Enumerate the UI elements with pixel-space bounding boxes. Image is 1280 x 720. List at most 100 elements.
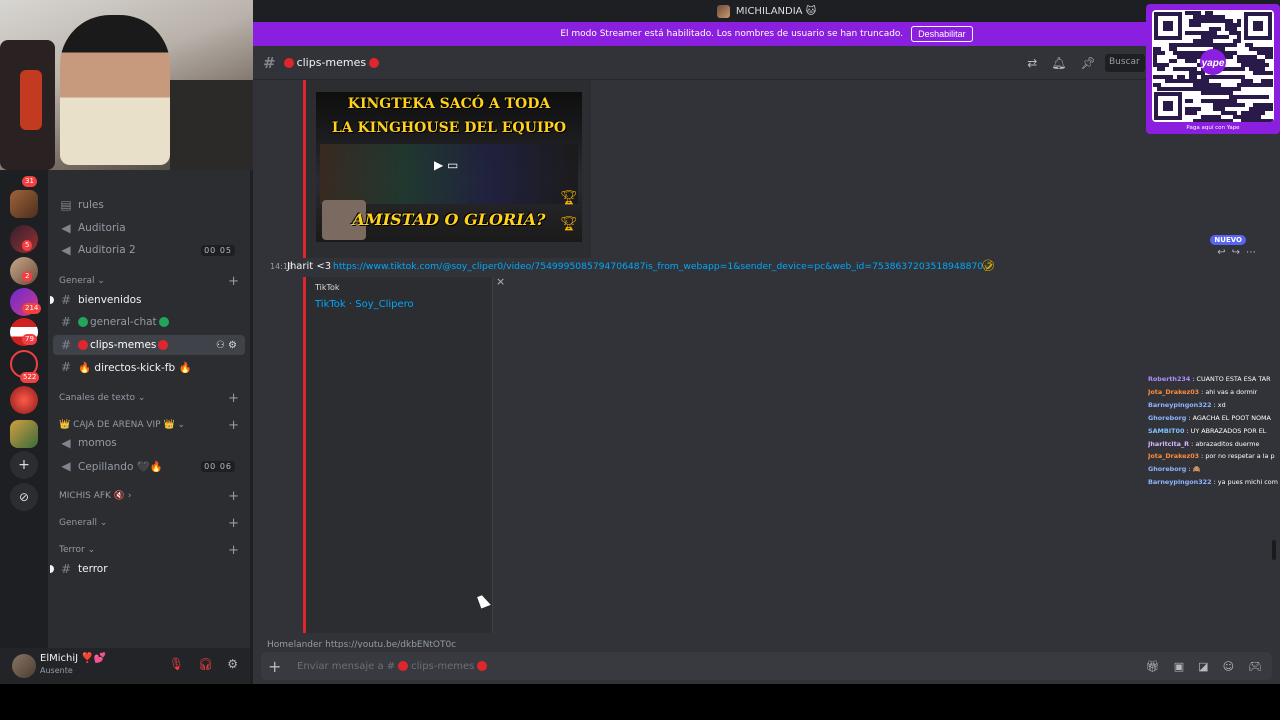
message-author[interactable]: Jharit <3 (287, 261, 331, 272)
overlay-chat-line: Roberth234 : CUANTO ESTA ESA TAR (1148, 373, 1280, 386)
overlay-chat-user: Ghoreborg (1148, 465, 1187, 474)
overlay-chat-user: Jota_Drakez03 (1148, 387, 1200, 396)
explore-icon[interactable]: ⊘ (10, 483, 38, 511)
server-rail: 31 5 2 214 79 522 + ⊘ (0, 170, 48, 648)
gear-icon[interactable]: ⚙ (228, 340, 237, 351)
message-link[interactable]: https://www.tiktok.com/@soy_cliper0/vide… (333, 261, 983, 272)
category-michis-afk[interactable]: MICHIS AFK 🔇 › + (59, 488, 239, 504)
channel-general-chat[interactable]: # general-chat (53, 312, 245, 332)
overlay-chat-line: Jharitcita_R : abrazaditos duerme (1148, 438, 1280, 451)
chevron-down-icon: ⌄ (84, 545, 96, 555)
channel-header: # clips-memes ⇄ 🔔︎ 📌︎ 👥︎ Buscar (253, 46, 1280, 80)
channel-tools: ⚇ ⚙ (216, 340, 237, 351)
voice-channel-momos[interactable]: ◀︎ momos (53, 433, 245, 453)
category-label: General (59, 276, 95, 286)
add-channel-icon[interactable]: + (228, 418, 239, 433)
emoji-icon[interactable]: ☺ (1223, 660, 1234, 673)
overlay-chat-line: Jota_Drakez03 : ahi vas a dormir (1148, 386, 1280, 399)
couch (170, 80, 253, 170)
voice-channel-cepillando[interactable]: ◀︎ Cepillando 🖤🔥 00 06 (53, 456, 245, 476)
category-caja-de-arena[interactable]: 👑 CAJA DE ARENA VIP 👑 ⌄ + (59, 417, 239, 433)
channel-terror[interactable]: # terror (53, 559, 245, 579)
red-circle-icon (158, 340, 169, 350)
overlay-chat-line: Barneypingon322 : ya pues michi com (1148, 476, 1280, 489)
overlay-chat-line: SAMBIT00 : UY ABRAZADOS POR EL (1148, 425, 1280, 438)
channel-rules[interactable]: ▤ rules (53, 195, 245, 215)
add-server-icon[interactable]: + (10, 451, 38, 479)
voice-channel-auditoria[interactable]: ◀︎ Auditoria (53, 218, 245, 238)
category-terror[interactable]: Terror ⌄ + (59, 542, 239, 558)
overlay-chat-line: Barneypingon322 : xd (1148, 399, 1280, 412)
headphones-deafened-icon[interactable]: 🎧︎ (198, 657, 213, 671)
category-canales-de-texto[interactable]: Canales de texto ⌄ + (59, 390, 239, 406)
gear-icon[interactable]: ⚙ (227, 657, 238, 671)
invite-icon[interactable]: ⚇ (216, 340, 225, 351)
thumbnail-headline: KINGTEKA SACÓ A TODA (347, 96, 551, 112)
disable-streamer-button[interactable]: Deshabilitar (911, 26, 973, 42)
category-generall[interactable]: Generall ⌄ + (59, 515, 239, 531)
speaker-icon: ◀︎ (61, 243, 71, 257)
mention-badge: 31 (22, 176, 37, 187)
threads-icon[interactable]: ⇄ (1027, 56, 1037, 70)
thumbnail-headline: AMISTAD O GLORIA? (352, 210, 546, 229)
attach-plus-icon[interactable]: + (268, 657, 281, 676)
composer-placeholder: Enviar mensaje a # clips-memes (297, 661, 488, 672)
overlay-chat-user: Jharitcita_R (1148, 439, 1190, 448)
letterbox-bar (0, 684, 1280, 720)
green-circle-icon (158, 317, 169, 327)
bell-icon[interactable]: 🔔︎ (1051, 56, 1066, 70)
add-channel-icon[interactable]: + (228, 274, 239, 289)
server-icon[interactable] (10, 420, 38, 448)
discord-app: MICHILANDIA 🐱 El modo Streamer está habi… (0, 0, 1280, 720)
overlay-chat-text: por no respetar a la p (1205, 452, 1275, 461)
hash-icon: # (60, 293, 72, 307)
user-panel: ElMichiJ ❣️💕 Ausente 🎙︎ 🎧︎ ⚙ (0, 648, 250, 684)
voice-user-count: 00 05 (201, 244, 235, 256)
mention-badge: 79 (22, 334, 37, 345)
add-channel-icon[interactable]: + (228, 516, 239, 531)
streamer-notice: El modo Streamer está habilitado. Los no… (560, 29, 904, 39)
channel-directos-kick-fb[interactable]: # 🔥 directos-kick-fb 🔥 (53, 357, 245, 377)
overlay-chat-text: ahi vas a dormir (1205, 387, 1258, 396)
add-channel-icon[interactable]: + (228, 489, 239, 504)
embed-title-link[interactable]: TikTok · Soy_Clipero (315, 299, 414, 310)
apps-icon[interactable]: 🎮︎ (1248, 660, 1262, 673)
category-general[interactable]: General ⌄ + (59, 273, 239, 289)
scrollbar[interactable] (1272, 540, 1276, 560)
search-input[interactable]: Buscar (1105, 54, 1145, 72)
next-message-preview: Homelander https://youtu.be/dkbENtOT0c (267, 640, 457, 648)
avatar[interactable] (12, 654, 36, 678)
server-icon[interactable] (10, 386, 38, 414)
channel-label: general-chat (90, 316, 157, 328)
sticker-icon[interactable]: ◪ (1198, 660, 1208, 673)
message-input[interactable]: + Enviar mensaje a # clips-memes 🎁︎ ▣ ◪ … (261, 652, 1272, 680)
thumbnail-headline: LA KINGHOUSE DEL EQUIPO (331, 120, 567, 136)
overlay-chat-user: Barneypingon322 (1148, 478, 1212, 487)
overlay-chat-line: Ghoreborg : 🙈 (1148, 463, 1280, 476)
chevron-down-icon: ⌄ (174, 420, 186, 430)
video-thumbnail[interactable]: KINGTEKA SACÓ A TODA LA KINGHOUSE DEL EQ… (316, 92, 582, 242)
stream-chat-overlay: Roberth234 : CUANTO ESTA ESA TAR Jota_Dra… (1148, 373, 1280, 489)
overlay-chat-text: abrazaditos duerme (1195, 439, 1260, 448)
overlay-chat-user: SAMBIT00 (1148, 426, 1185, 435)
play-icon[interactable]: ▶ ▭ (434, 158, 458, 172)
voice-user-count: 00 06 (201, 460, 235, 472)
category-label: 👑 CAJA DE ARENA VIP 👑 (59, 420, 175, 430)
channel-label: Auditoria (78, 222, 126, 234)
add-channel-icon[interactable]: + (228, 543, 239, 558)
channel-clips-memes[interactable]: # clips-memes ⚇ ⚙ (53, 335, 245, 355)
gif-icon[interactable]: ▣ (1174, 660, 1184, 673)
server-icon-michilandia[interactable] (10, 190, 38, 218)
channel-title: clips-memes (283, 56, 380, 69)
mic-muted-icon[interactable]: 🎙︎ (169, 657, 184, 671)
voice-channel-auditoria-2[interactable]: ◀︎ Auditoria 2 00 05 (53, 240, 245, 260)
chevron-down-icon: ⌄ (94, 276, 105, 286)
channel-bienvenidos[interactable]: # bienvenidos (53, 290, 245, 310)
webcam-feed (0, 0, 253, 170)
gift-icon[interactable]: 🎁︎ (1146, 660, 1160, 673)
pin-icon[interactable]: 📌︎ (1081, 56, 1096, 70)
channel-label: rules (78, 199, 104, 211)
add-channel-icon[interactable]: + (228, 391, 239, 406)
category-label: MICHIS AFK 🔇 (59, 491, 126, 501)
close-icon[interactable]: × (496, 275, 505, 288)
